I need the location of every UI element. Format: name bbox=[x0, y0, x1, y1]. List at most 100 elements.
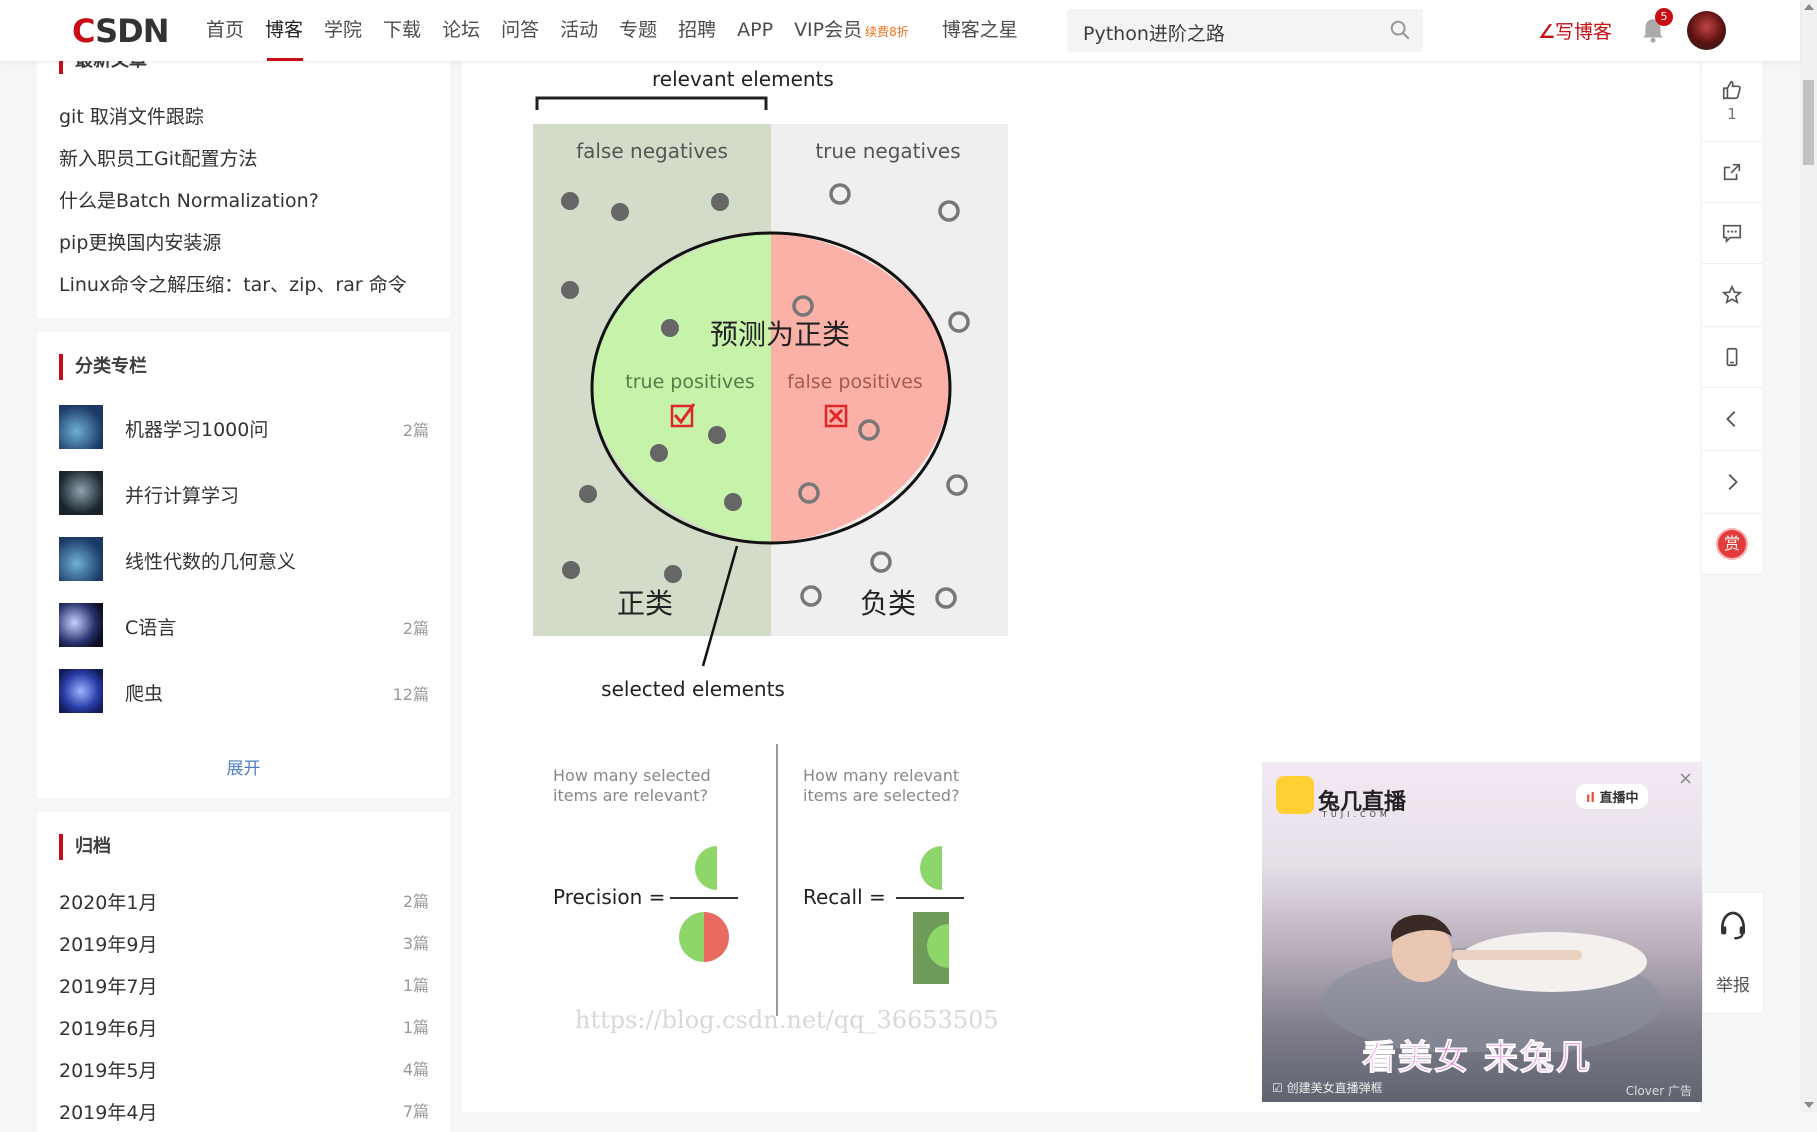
mobile-view-button[interactable] bbox=[1702, 327, 1762, 388]
nav-qa[interactable]: 问答 bbox=[501, 0, 539, 61]
chevron-left-icon bbox=[1726, 411, 1736, 427]
category-item[interactable]: 并行计算学习 bbox=[59, 471, 429, 517]
like-button[interactable]: 1 bbox=[1702, 61, 1762, 142]
nav-vip-label: VIP会员 bbox=[794, 19, 863, 41]
ad-live-badge: ıl 直播中 bbox=[1576, 784, 1649, 809]
like-count: 1 bbox=[1727, 105, 1737, 123]
archive-count: 1篇 bbox=[402, 976, 429, 995]
previous-article-button[interactable] bbox=[1702, 388, 1762, 451]
category-item[interactable]: 线性代数的几何意义 bbox=[59, 537, 429, 583]
predicted-positive-label: 预测为正类 bbox=[710, 318, 850, 351]
archive-item[interactable]: 2019年7月 1篇 bbox=[59, 972, 429, 1002]
recent-article-link[interactable]: 新入职员工Git配置方法 bbox=[59, 144, 257, 171]
share-button[interactable] bbox=[1702, 142, 1762, 203]
vip-discount-tag: 续费8折 bbox=[865, 25, 909, 39]
archive-count: 3篇 bbox=[402, 934, 429, 953]
categories-title: 分类专栏 bbox=[59, 354, 147, 380]
archive-item[interactable]: 2019年6月 1篇 bbox=[59, 1014, 429, 1044]
expand-categories-link[interactable]: 展开 bbox=[37, 754, 450, 779]
archive-item[interactable]: 2019年5月 4篇 bbox=[59, 1056, 429, 1086]
search-input[interactable]: Python进阶之路 bbox=[1083, 19, 1225, 46]
pen-icon: ∠ bbox=[1538, 21, 1556, 43]
nav-app[interactable]: APP bbox=[737, 0, 773, 61]
next-article-button[interactable] bbox=[1702, 451, 1762, 514]
ad-brand-sub: TUJI.COM bbox=[1322, 810, 1391, 819]
category-thumbnail bbox=[59, 669, 103, 713]
archive-item[interactable]: 2019年4月 7篇 bbox=[59, 1098, 429, 1128]
precision-denominator-right bbox=[704, 912, 729, 962]
nav-events[interactable]: 活动 bbox=[560, 0, 598, 61]
recent-article-link[interactable]: git 取消文件跟踪 bbox=[59, 102, 204, 129]
ad-close-icon[interactable]: × bbox=[1678, 768, 1693, 789]
report-label[interactable]: 举报 bbox=[1703, 971, 1763, 996]
reward-label: 赏 bbox=[1723, 534, 1740, 553]
nav-download[interactable]: 下载 bbox=[383, 0, 421, 61]
scroll-down-icon[interactable] bbox=[1804, 1102, 1814, 1108]
recall-numerator bbox=[920, 846, 942, 890]
archive-item[interactable]: 2020年1月 2篇 bbox=[59, 888, 429, 918]
recall-label: Recall = bbox=[803, 885, 886, 909]
recent-article-link[interactable]: Linux命令之解压缩：tar、zip、rar 命令 bbox=[59, 270, 407, 297]
thumbs-up-icon bbox=[1722, 80, 1741, 100]
nav-forum[interactable]: 论坛 bbox=[442, 0, 480, 61]
category-item[interactable]: C语言 2篇 bbox=[59, 603, 429, 649]
nav-blog[interactable]: 博客 bbox=[265, 0, 304, 61]
negative-class-label: 负类 bbox=[860, 587, 916, 620]
recall-question-line2: items are selected? bbox=[803, 786, 960, 805]
category-item[interactable]: 机器学习1000问 2篇 bbox=[59, 405, 429, 451]
archive-date: 2019年5月 bbox=[59, 1060, 158, 1082]
category-count: 2篇 bbox=[402, 421, 429, 440]
ad-banner[interactable]: 兔几直播 TUJI.COM ıl 直播中 × 看美女 来兔几 ☑ 创建美女直播弹… bbox=[1262, 762, 1702, 1102]
archive-item[interactable]: 2019年9月 3篇 bbox=[59, 930, 429, 960]
category-name: 爬虫 bbox=[125, 683, 164, 705]
nav-home[interactable]: 首页 bbox=[206, 0, 244, 61]
nav-blog-star[interactable]: 博客之星 bbox=[942, 0, 1018, 61]
search-box[interactable]: Python进阶之路 bbox=[1067, 9, 1423, 52]
false-negatives-label: false negatives bbox=[576, 139, 728, 163]
ad-logo-icon bbox=[1276, 776, 1314, 814]
headset-icon[interactable] bbox=[1717, 909, 1749, 941]
chevron-right-icon bbox=[1728, 474, 1738, 490]
comment-button[interactable] bbox=[1702, 203, 1762, 264]
archive-count: 1篇 bbox=[402, 1018, 429, 1037]
nav-topics[interactable]: 专题 bbox=[619, 0, 657, 61]
categories-card: 分类专栏 机器学习1000问 2篇 并行计算学习 线性代数的几何意义 C语言 2… bbox=[37, 332, 450, 798]
recent-articles-card: 最新文章 git 取消文件跟踪 新入职员工Git配置方法 什么是Batch No… bbox=[37, 40, 450, 318]
scrollbar-thumb[interactable] bbox=[1803, 80, 1814, 165]
category-item[interactable]: 爬虫 12篇 bbox=[59, 669, 429, 715]
csdn-logo[interactable]: CSDN bbox=[72, 12, 169, 50]
nav-academy[interactable]: 学院 bbox=[324, 0, 362, 61]
archive-date: 2019年6月 bbox=[59, 1018, 158, 1040]
write-blog-label: 写博客 bbox=[1555, 21, 1613, 43]
false-positives-label: false positives bbox=[787, 371, 923, 393]
mobile-icon bbox=[1726, 347, 1738, 367]
write-blog-button[interactable]: ∠写博客 bbox=[1538, 17, 1612, 44]
archive-count: 2篇 bbox=[402, 892, 429, 911]
ad-mark: Clover 广告 bbox=[1625, 1084, 1692, 1098]
archive-date: 2019年9月 bbox=[59, 934, 158, 956]
scroll-up-icon[interactable] bbox=[1804, 4, 1814, 10]
positive-class-label: 正类 bbox=[617, 587, 673, 620]
report-panel[interactable]: 举报 bbox=[1702, 892, 1764, 1014]
favorite-button[interactable] bbox=[1702, 264, 1762, 327]
recent-article-link[interactable]: pip更换国内安装源 bbox=[59, 228, 221, 255]
category-count: 2篇 bbox=[402, 619, 429, 638]
precision-question-line2: items are relevant? bbox=[553, 786, 708, 805]
precision-recall-figure: relevant elements false negatives true n… bbox=[533, 67, 1008, 1034]
true-negatives-label: true negatives bbox=[815, 139, 960, 163]
avatar[interactable] bbox=[1687, 11, 1726, 50]
comment-icon bbox=[1722, 224, 1742, 244]
recent-article-link[interactable]: 什么是Batch Normalization? bbox=[59, 186, 319, 213]
precision-question-line1: How many selected bbox=[553, 766, 711, 785]
page-scrollbar[interactable] bbox=[1800, 0, 1817, 1112]
precision-numerator bbox=[695, 846, 717, 890]
nav-jobs[interactable]: 招聘 bbox=[678, 0, 716, 61]
ad-checkbox[interactable]: ☑ 创建美女直播弹框 bbox=[1272, 1079, 1383, 1096]
nav-vip[interactable]: VIP会员 续费8折 bbox=[794, 0, 909, 61]
share-icon bbox=[1723, 163, 1741, 181]
search-icon[interactable] bbox=[1389, 19, 1411, 41]
category-name: 并行计算学习 bbox=[125, 485, 240, 507]
archive-count: 4篇 bbox=[402, 1060, 429, 1079]
archive-date: 2020年1月 bbox=[59, 892, 158, 914]
reward-button[interactable]: 赏 bbox=[1702, 514, 1762, 575]
